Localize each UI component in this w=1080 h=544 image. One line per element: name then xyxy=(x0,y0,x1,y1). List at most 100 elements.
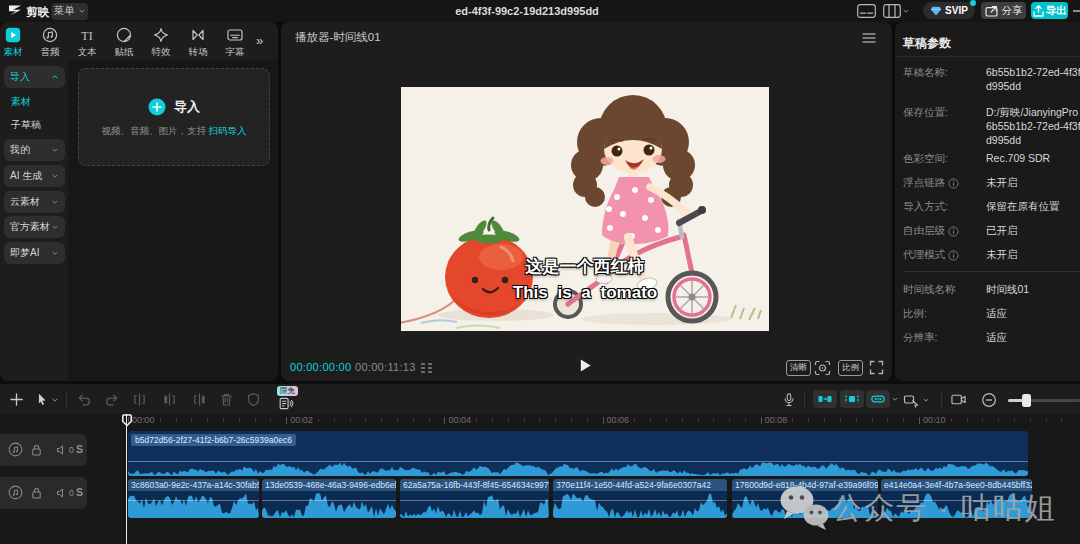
sidebar-item-7[interactable]: 即梦AI xyxy=(4,242,65,264)
focus-button[interactable] xyxy=(814,360,831,376)
audio-track-clip[interactable]: 62a5a75a-16fb-443f-8f45-654634c997f7 xyxy=(400,479,549,518)
tab-label: 字幕 xyxy=(217,46,253,59)
lock-icon[interactable] xyxy=(30,443,43,457)
auto-snap-button[interactable] xyxy=(840,390,864,408)
tab-sticker[interactable]: 贴纸 xyxy=(106,27,142,59)
wechat-icon xyxy=(776,484,834,532)
record-voiceover-button[interactable] xyxy=(782,392,796,408)
field-value: 保留在原有位置 xyxy=(986,200,1080,214)
player-menu-icon[interactable] xyxy=(862,33,876,43)
svip-button[interactable]: SVIP xyxy=(923,2,975,19)
share-button[interactable]: 分享 xyxy=(981,2,1026,19)
lock-icon[interactable] xyxy=(30,486,43,500)
field-value: 已开启 xyxy=(986,224,1080,238)
slider-handle[interactable] xyxy=(1022,394,1031,407)
tab-media[interactable]: 素材 xyxy=(0,27,31,59)
audio-track-clip[interactable]: 3c8603a0-9e2c-437a-a14c-30fab5ec xyxy=(128,479,259,518)
timeline-zoom-slider[interactable] xyxy=(1008,399,1080,402)
text-to-speech-button[interactable] xyxy=(278,396,294,411)
preview-quality-button[interactable] xyxy=(950,392,967,407)
info-icon[interactable] xyxy=(948,226,959,237)
chevron-down-icon xyxy=(902,7,910,15)
tab-more-button[interactable]: » xyxy=(256,33,263,48)
field-label: 保存位置: xyxy=(903,106,948,120)
field-value: 6b55b1b2-72ed-4f3f-9 xyxy=(986,120,1080,132)
tab-label: 贴纸 xyxy=(106,46,142,59)
linkage-button[interactable] xyxy=(866,390,890,408)
field-label: 自由层级 xyxy=(903,224,959,238)
captions-view-icon[interactable] xyxy=(857,4,876,18)
zoom-out-button[interactable] xyxy=(981,392,997,408)
sidebar-item-0[interactable]: 导入 xyxy=(4,66,65,88)
field-value: d995dd xyxy=(986,134,1080,146)
chevron-down-icon xyxy=(51,198,59,206)
info-icon[interactable] xyxy=(948,250,959,261)
quality-button[interactable]: 清晰 xyxy=(786,360,811,376)
track-header: 0 S xyxy=(0,434,87,466)
sidebar-item-5[interactable]: 云素材 xyxy=(4,191,65,213)
audio-track-clip[interactable]: 13de0539-468e-46a3-9496-edb6ebe xyxy=(262,479,396,518)
info-icon[interactable] xyxy=(948,178,959,189)
divider xyxy=(66,392,67,408)
field-value: 未开启 xyxy=(986,248,1080,262)
select-tool-button[interactable] xyxy=(35,392,59,407)
chevron-down-icon xyxy=(51,396,59,404)
field-label: 草稿名称: xyxy=(903,66,948,80)
play-button[interactable] xyxy=(578,358,592,373)
export-button[interactable]: 导出 xyxy=(1031,2,1068,19)
sidebar-item-6[interactable]: 官方素材 xyxy=(4,216,65,238)
add-media-button[interactable] xyxy=(9,392,24,407)
main-track-magnet-button[interactable] xyxy=(813,390,837,408)
chevron-down-icon xyxy=(51,146,59,154)
scan-import-link[interactable]: 扫码导入 xyxy=(209,125,247,136)
delete-button[interactable] xyxy=(219,392,234,407)
tab-text[interactable]: TI 文本 xyxy=(69,27,105,59)
preview-axis-button[interactable] xyxy=(903,392,930,408)
import-dropzone[interactable]: 导入 视频、音频、图片，支持 扫码导入 xyxy=(78,68,270,166)
sidebar-item-2[interactable]: 子草稿 xyxy=(11,118,41,132)
redo-button[interactable] xyxy=(104,392,120,407)
split-keep-right-button[interactable] xyxy=(192,392,207,407)
undo-button[interactable] xyxy=(76,392,92,407)
track-header: 0 S xyxy=(0,477,87,509)
sidebar-item-3[interactable]: 我的 xyxy=(4,139,65,161)
field-label: 分辨率: xyxy=(903,331,937,345)
chevron-up-icon xyxy=(51,73,59,81)
video-preview: 这是一个西红柿 This is a tomato xyxy=(401,87,769,331)
field-label: 时间线名称 xyxy=(903,283,956,297)
import-hint: 视频、音频、图片，支持 扫码导入 xyxy=(79,125,269,138)
fullscreen-button[interactable] xyxy=(869,360,884,375)
effects-icon xyxy=(153,27,169,43)
tab-captions[interactable]: 字幕 xyxy=(217,27,253,59)
tab-audio[interactable]: 音频 xyxy=(32,27,68,59)
volume-icon[interactable]: 0 xyxy=(56,487,74,499)
audio-track-clip[interactable]: 370e11f4-1e50-44fd-a524-9fa6e0307a42 xyxy=(553,479,727,518)
minimize-button[interactable] xyxy=(1073,10,1080,12)
solo-button[interactable]: S xyxy=(76,486,83,498)
solo-button[interactable]: S xyxy=(76,443,83,455)
volume-icon[interactable]: 0 xyxy=(56,444,74,456)
tab-transition[interactable]: 转场 xyxy=(180,27,216,59)
clip-label: 13de0539-468e-46a3-9496-edb6ebe xyxy=(262,479,396,491)
free-badge: 限免 xyxy=(277,386,298,396)
sidebar-item-1[interactable]: 素材 xyxy=(11,95,31,109)
field-value: 适应 xyxy=(986,331,1080,345)
frame-view-icon[interactable] xyxy=(420,362,434,374)
video-track-clip[interactable]: b5d72d56-2f27-41f2-b6b7-26c5939a0ec6 xyxy=(128,431,1028,476)
divider xyxy=(895,56,1080,57)
current-timecode: 00:00:00:00 xyxy=(290,361,351,373)
linkage-button-chevron[interactable] xyxy=(891,395,899,403)
cover-button[interactable] xyxy=(246,392,261,407)
split-button[interactable] xyxy=(132,392,147,407)
tab-effects[interactable]: 特效 xyxy=(143,27,179,59)
sidebar-item-4[interactable]: AI 生成 xyxy=(4,165,65,187)
field-label: 代理模式 xyxy=(903,248,959,262)
audio-loop-icon[interactable] xyxy=(8,442,23,457)
split-keep-left-button[interactable] xyxy=(162,392,177,407)
ratio-button[interactable]: 比例 xyxy=(838,360,863,376)
audio-loop-icon[interactable] xyxy=(8,485,23,500)
divider xyxy=(804,392,805,408)
tab-label: 特效 xyxy=(143,46,179,59)
layout-switch-icon[interactable] xyxy=(883,4,910,18)
import-button-label: 导入 xyxy=(174,98,200,116)
